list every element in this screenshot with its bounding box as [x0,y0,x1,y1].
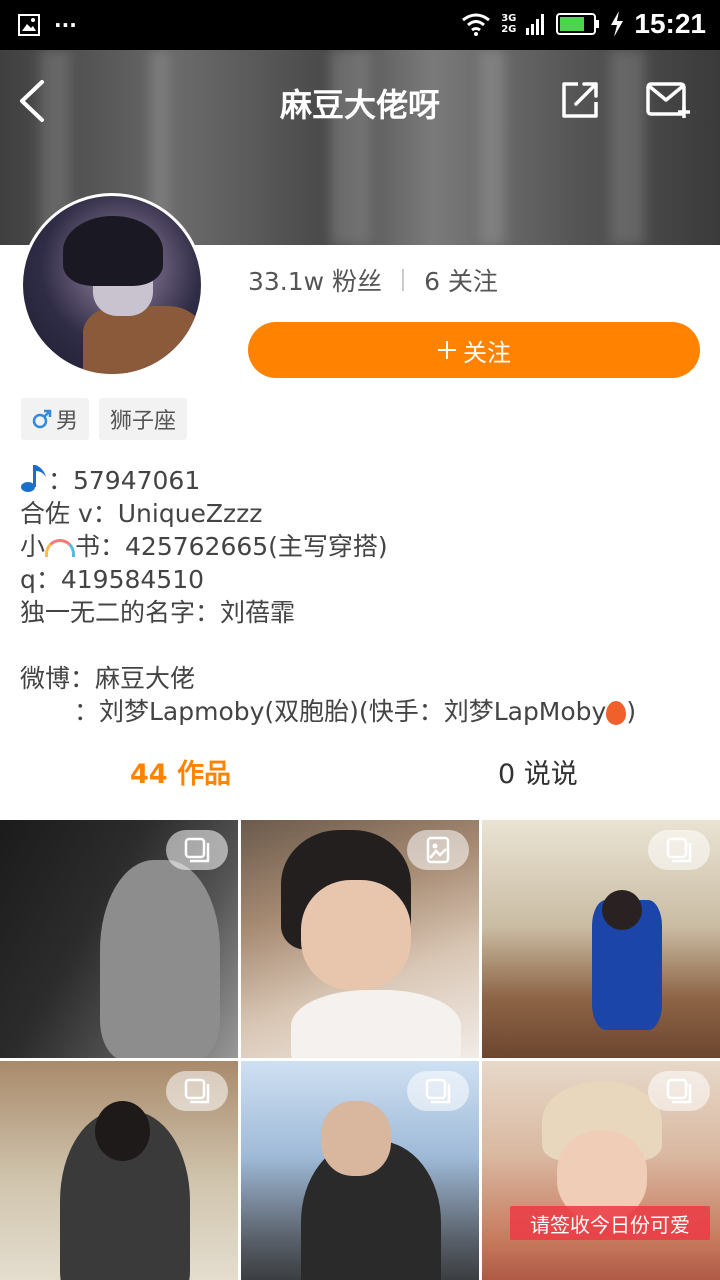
zodiac-tag: 狮子座 [99,398,188,440]
thumbnail-shirt [291,990,461,1058]
zodiac-label: 狮子座 [110,409,177,434]
battery-icon [556,13,600,35]
rainbow-icon [45,539,76,557]
bio-text: ) [626,697,637,726]
bio-text: ：刘梦Lapmoby(双胞胎)(快手：刘梦LapMoby [74,697,607,726]
bio-line: 小书：425762665(主写穿搭) [20,530,710,563]
gallery-notification-icon [18,14,40,36]
bio-line: ：57947061 [20,463,710,497]
thumbnail-figure [100,860,220,1058]
gender-label: 男 [56,409,79,434]
signal-icon [526,14,545,35]
work-thumbnail[interactable] [0,820,238,1058]
message-icon[interactable] [646,80,692,120]
multi-image-icon [666,1078,692,1104]
thumbnail-face [321,1101,391,1176]
bio: ：57947061 合佐 v：UniqueZzzz 小书：425762665(主… [20,463,710,728]
plus-icon [438,341,456,359]
multi-image-badge [166,1071,228,1111]
content-tabs: 44 作品 0 说说 [0,752,720,800]
following-count[interactable]: 6 关注 [424,262,498,298]
multi-image-badge [648,1071,710,1111]
work-thumbnail[interactable] [482,1061,720,1280]
charging-icon [611,11,624,37]
bio-line: 独一无二的名字：刘蓓霏 [20,598,296,627]
single-image-icon [426,836,450,864]
network-top: 3G [501,13,517,24]
multi-image-badge [166,830,228,870]
status-bar: ··· 3G 2G 15:21 [0,0,720,50]
balloon-icon [606,701,627,725]
thumbnail-caption: 请签收今日份可爱 [510,1206,710,1240]
image-badge [407,830,469,870]
bio-line: 微博：麻豆大佬 [20,664,196,693]
bio-text: 书：425762665(主写穿搭) [75,532,388,561]
bio-spacer [20,629,710,662]
wifi-icon [462,13,491,36]
tab-works[interactable]: 44 作品 [130,752,231,791]
profile-tags: 男 狮子座 [21,398,188,440]
gender-tag: 男 [21,398,90,440]
thumbnail-head [95,1101,150,1161]
network-type: 3G 2G [501,13,516,35]
multi-image-badge [407,1071,469,1111]
status-left: ··· [18,13,77,37]
male-icon [32,409,52,429]
bio-text: 小 [20,532,46,561]
work-thumbnail[interactable] [241,820,479,1058]
avatar-hair [63,216,163,286]
follow-counts: 33.1w 粉丝 6 关注 [248,262,498,298]
thumbnail-face [301,880,411,990]
multi-image-icon [425,1078,451,1104]
follow-button[interactable]: 关注 [248,322,700,378]
bio-line: 合佐 v：UniqueZzzz [20,499,263,528]
follow-button-label: 关注 [463,338,511,367]
share-icon[interactable] [560,80,600,120]
status-right: 3G 2G 15:21 [461,8,706,40]
tab-posts[interactable]: 0 说说 [498,752,578,791]
followers-count[interactable]: 33.1w 粉丝 [248,262,382,298]
work-thumbnail[interactable] [241,1061,479,1280]
clock: 15:21 [634,8,706,39]
avatar[interactable] [20,193,204,377]
work-thumbnail[interactable] [0,1061,238,1280]
bio-text: ：57947061 [48,466,201,495]
more-notifications-icon: ··· [54,13,77,37]
multi-image-icon [666,837,692,863]
multi-image-icon [184,1078,210,1104]
work-thumbnail[interactable] [482,820,720,1058]
bio-line: q：419584510 [20,565,205,594]
counts-divider [402,269,405,291]
bio-line: ：刘梦Lapmoby(双胞胎)(快手：刘梦LapMoby) [20,695,710,728]
music-note-icon [21,465,46,492]
network-bottom: 2G [501,24,517,35]
page-title: 麻豆大佬呀 [279,86,440,124]
avatar-coat [83,306,201,374]
thumbnail-head [602,890,642,930]
multi-image-icon [184,837,210,863]
multi-image-badge [648,830,710,870]
